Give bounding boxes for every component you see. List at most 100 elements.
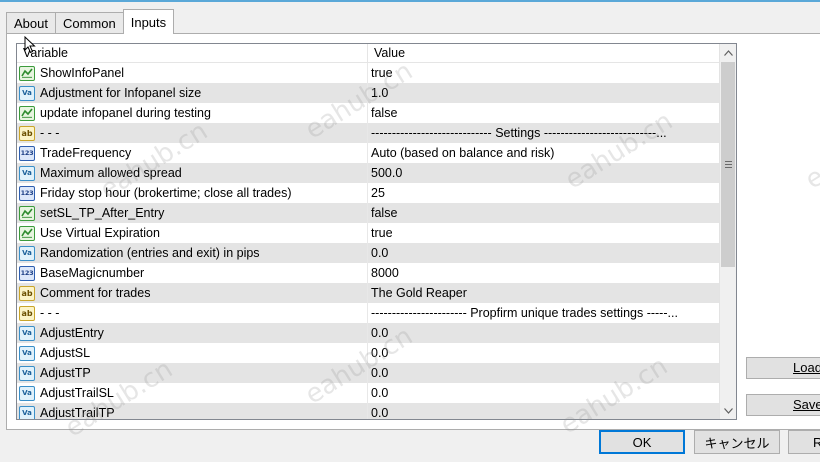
- table-row[interactable]: 123 TradeFrequency Auto (based on balance …: [17, 143, 719, 163]
- variable-cell: Va Maximum allowed spread: [17, 163, 368, 183]
- table-row[interactable]: ab - - - ----------------------------- Set…: [17, 123, 719, 143]
- dbl-type-icon: Va: [19, 85, 35, 101]
- dbl-type-icon: Va: [19, 165, 35, 181]
- table-row[interactable]: setSL_TP_After_Entry false: [17, 203, 719, 223]
- table-row[interactable]: Va AdjustSL 0.0: [17, 343, 719, 363]
- dbl-type-icon: Va: [19, 365, 35, 381]
- variable-name: Adjustment for Infopanel size: [40, 86, 202, 100]
- reset-button[interactable]: R: [788, 430, 820, 454]
- variable-cell: Va AdjustEntry: [17, 323, 368, 343]
- value-cell[interactable]: 0.0: [368, 383, 719, 403]
- load-button[interactable]: Load: [746, 357, 820, 379]
- variable-cell: ab - - -: [17, 123, 368, 143]
- dbl-type-icon: Va: [19, 385, 35, 401]
- value-cell[interactable]: 0.0: [368, 323, 719, 343]
- chevron-up-icon: [724, 49, 733, 56]
- str-type-icon: ab: [19, 305, 35, 321]
- table-row[interactable]: Use Virtual Expiration true: [17, 223, 719, 243]
- variable-cell: Va AdjustTP: [17, 363, 368, 383]
- variable-name: Comment for trades: [40, 286, 151, 300]
- variable-cell: Va AdjustTrailTP: [17, 403, 368, 420]
- variable-cell: setSL_TP_After_Entry: [17, 203, 368, 223]
- value-cell[interactable]: ----------------------------- Settings -…: [368, 123, 719, 143]
- cancel-button[interactable]: キャンセル: [694, 430, 780, 454]
- table-row[interactable]: Va Adjustment for Infopanel size 1.0: [17, 83, 719, 103]
- value-cell[interactable]: ----------------------- Propfirm unique …: [368, 303, 719, 323]
- value-cell[interactable]: false: [368, 103, 719, 123]
- variable-name: setSL_TP_After_Entry: [40, 206, 165, 220]
- variable-name: update infopanel during testing: [40, 106, 211, 120]
- int-type-icon: 123: [19, 185, 35, 201]
- value-cell[interactable]: 8000: [368, 263, 719, 283]
- variable-name: AdjustTrailSL: [40, 386, 114, 400]
- table-row[interactable]: Va AdjustTrailTP 0.0: [17, 403, 719, 420]
- bool-type-icon: [19, 225, 35, 241]
- table-row[interactable]: Va Randomization (entries and exit) in pi…: [17, 243, 719, 263]
- grid-header: Variable Value: [17, 44, 719, 63]
- value-cell[interactable]: 500.0: [368, 163, 719, 183]
- variable-cell: Va Randomization (entries and exit) in pi…: [17, 243, 368, 263]
- dbl-type-icon: Va: [19, 325, 35, 341]
- table-row[interactable]: Va Maximum allowed spread 500.0: [17, 163, 719, 183]
- column-header-variable[interactable]: Variable: [17, 44, 368, 63]
- variable-name: TradeFrequency: [40, 146, 132, 160]
- table-row[interactable]: Va AdjustEntry 0.0: [17, 323, 719, 343]
- save-button[interactable]: Save: [746, 394, 820, 416]
- vertical-scrollbar[interactable]: [719, 44, 736, 419]
- bool-type-icon: [19, 205, 35, 221]
- value-cell[interactable]: The Gold Reaper: [368, 283, 719, 303]
- bool-type-icon: [19, 65, 35, 81]
- table-row[interactable]: 123 BaseMagicnumber 8000: [17, 263, 719, 283]
- scroll-up-button[interactable]: [720, 44, 736, 61]
- value-cell[interactable]: Auto (based on balance and risk): [368, 143, 719, 163]
- value-cell[interactable]: true: [368, 63, 719, 83]
- table-row[interactable]: ab Comment for trades The Gold Reaper: [17, 283, 719, 303]
- dbl-type-icon: Va: [19, 345, 35, 361]
- inputs-grid: Variable Value ShowInfoPanel true Va Adjust…: [16, 43, 737, 420]
- table-row[interactable]: ab - - - ----------------------- Propfirm …: [17, 303, 719, 323]
- table-row[interactable]: update infopanel during testing false: [17, 103, 719, 123]
- variable-cell: Va Adjustment for Infopanel size: [17, 83, 368, 103]
- dbl-type-icon: Va: [19, 245, 35, 261]
- tab-about[interactable]: About: [6, 12, 56, 34]
- grip-icon: [724, 161, 732, 168]
- value-cell[interactable]: 25: [368, 183, 719, 203]
- value-cell[interactable]: 0.0: [368, 243, 719, 263]
- mouse-cursor-icon: [24, 36, 36, 54]
- dbl-type-icon: Va: [19, 405, 35, 419]
- variable-cell: update infopanel during testing: [17, 103, 368, 123]
- ok-button[interactable]: OK: [599, 430, 685, 454]
- window-top-accent: [0, 0, 820, 2]
- tab-inputs[interactable]: Inputs: [122, 9, 175, 34]
- variable-cell: ShowInfoPanel: [17, 63, 368, 83]
- value-cell[interactable]: 0.0: [368, 363, 719, 383]
- int-type-icon: 123: [19, 265, 35, 281]
- table-row[interactable]: 123 Friday stop hour (brokertime; close a…: [17, 183, 719, 203]
- scroll-thumb[interactable]: [721, 62, 735, 267]
- variable-cell: Use Virtual Expiration: [17, 223, 368, 243]
- value-cell[interactable]: 0.0: [368, 403, 719, 419]
- variable-name: BaseMagicnumber: [40, 266, 145, 280]
- variable-cell: 123 TradeFrequency: [17, 143, 368, 163]
- table-row[interactable]: Va AdjustTP 0.0: [17, 363, 719, 383]
- value-cell[interactable]: true: [368, 223, 719, 243]
- variable-name: Friday stop hour (brokertime; close all …: [40, 186, 292, 200]
- chevron-down-icon: [724, 407, 733, 414]
- column-header-value[interactable]: Value: [368, 44, 719, 63]
- variable-name: - - -: [40, 126, 60, 140]
- table-row[interactable]: Va AdjustTrailSL 0.0: [17, 383, 719, 403]
- value-cell[interactable]: 0.0: [368, 343, 719, 363]
- variable-name: AdjustTrailTP: [40, 406, 115, 420]
- str-type-icon: ab: [19, 125, 35, 141]
- tab-common[interactable]: Common: [54, 12, 124, 34]
- table-row[interactable]: ShowInfoPanel true: [17, 63, 719, 83]
- variable-cell: 123 BaseMagicnumber: [17, 263, 368, 283]
- variable-name: - - -: [40, 306, 60, 320]
- value-cell[interactable]: false: [368, 203, 719, 223]
- str-type-icon: ab: [19, 285, 35, 301]
- value-cell[interactable]: 1.0: [368, 83, 719, 103]
- variable-name: Randomization (entries and exit) in pips: [40, 246, 260, 260]
- grid-rows: ShowInfoPanel true Va Adjustment for Infopa…: [17, 63, 719, 420]
- variable-cell: Va AdjustSL: [17, 343, 368, 363]
- scroll-down-button[interactable]: [720, 402, 736, 419]
